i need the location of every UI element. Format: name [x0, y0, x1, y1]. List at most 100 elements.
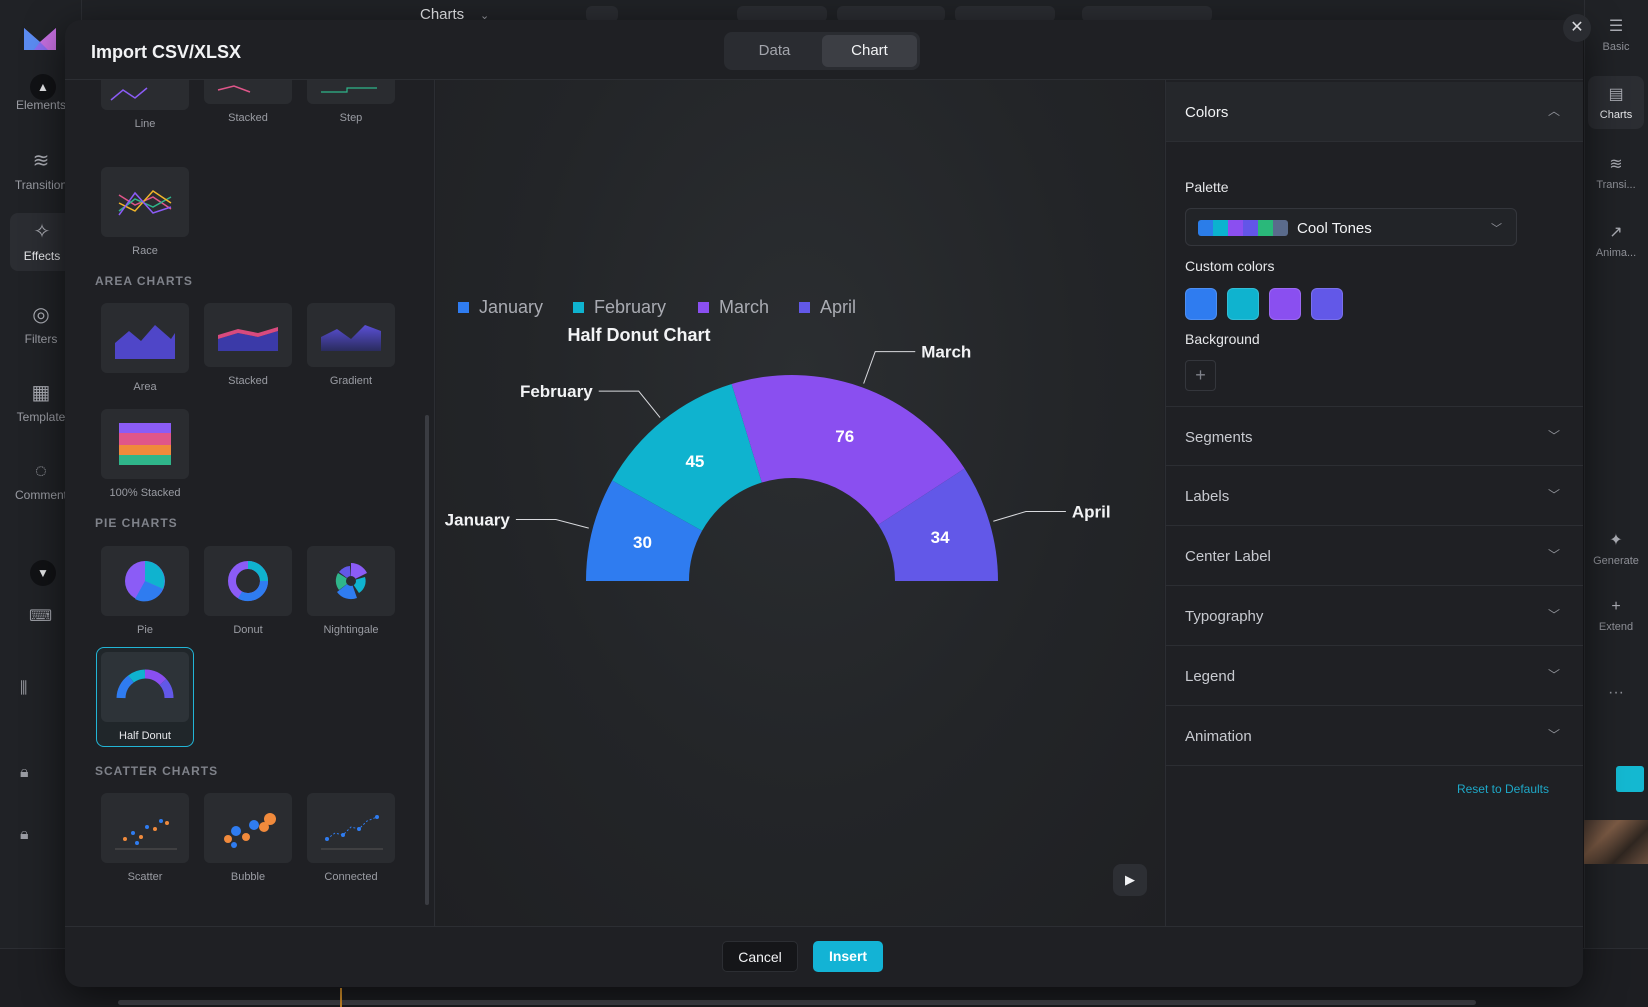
- insert-button[interactable]: Insert: [813, 941, 883, 972]
- tab-data[interactable]: Data: [727, 35, 822, 67]
- legend-label: February: [594, 297, 666, 317]
- close-icon[interactable]: ✕: [1563, 14, 1591, 42]
- more-icon[interactable]: ···: [1584, 684, 1648, 702]
- chart-type-nightingale-label: Nightingale: [323, 624, 379, 636]
- tab-chart[interactable]: Chart: [822, 35, 917, 67]
- legend-section-header[interactable]: Legend ﹀: [1166, 646, 1583, 706]
- waves-icon: ≋: [32, 150, 50, 172]
- scroll-up-icon[interactable]: ▲: [30, 74, 56, 100]
- tool-elements-label: Elements: [15, 98, 67, 112]
- keyboard-icon[interactable]: ⌨: [29, 606, 52, 626]
- legend-swatch: [799, 302, 810, 313]
- modal-title: Import CSV/XLSX: [91, 42, 242, 62]
- tool-extend[interactable]: + Extend: [1584, 598, 1648, 633]
- chart-type-scrollbar[interactable]: [425, 415, 429, 905]
- chart-type-area[interactable]: Area: [101, 303, 189, 393]
- chart-type-stacked-area[interactable]: Stacked: [204, 303, 292, 387]
- palette-dropdown[interactable]: Cool Tones ﹀: [1185, 208, 1517, 246]
- lock-icon[interactable]: 🔒︎: [20, 764, 29, 782]
- custom-color-swatch[interactable]: [1227, 288, 1259, 320]
- custom-color-swatch[interactable]: [1269, 288, 1301, 320]
- timeline-photo-thumb[interactable]: [1584, 820, 1648, 864]
- animation-icon: ↗: [1609, 224, 1623, 241]
- typography-section-label: Typography: [1185, 608, 1264, 625]
- chevron-up-icon: ︿: [1547, 104, 1560, 118]
- chart-type-nightingale[interactable]: Nightingale: [307, 546, 395, 636]
- half-donut-chart: January February March April Half Donut Char…: [445, 297, 1111, 581]
- grid-icon: ▦: [31, 382, 51, 404]
- chart-type-pie-label: Pie: [137, 624, 153, 636]
- tool-charts[interactable]: ▤ Charts: [1588, 76, 1644, 129]
- tool-animations[interactable]: ↗ Anima...: [1584, 222, 1648, 259]
- chart-type-donut-label: Donut: [233, 624, 263, 636]
- tool-transitions[interactable]: ≋ Transi...: [1584, 154, 1648, 191]
- scroll-down-icon[interactable]: ▼: [30, 560, 56, 586]
- chart-title: Half Donut Chart: [568, 325, 711, 345]
- tool-charts-label: Charts: [1599, 109, 1633, 121]
- data-label: 76: [835, 427, 854, 446]
- chevron-down-icon: ﹀: [1547, 488, 1560, 502]
- chart-type-100-stacked[interactable]: 100% Stacked: [101, 409, 189, 499]
- legend-swatch: [573, 302, 584, 313]
- tool-generate[interactable]: ✦ Generate: [1584, 530, 1648, 567]
- chevron-down-icon: ﹀: [1547, 608, 1560, 622]
- reset-to-defaults-link[interactable]: Reset to Defaults: [1457, 782, 1549, 796]
- play-icon: ▶: [1125, 872, 1135, 887]
- scatter-chart-icon: [101, 793, 189, 863]
- labels-section-header[interactable]: Labels ﹀: [1166, 466, 1583, 526]
- sparkle-icon: ✦: [1609, 532, 1623, 549]
- modal-header: Import CSV/XLSX Data Chart: [65, 20, 1583, 80]
- tool-comment-label: Comment: [14, 488, 67, 502]
- cancel-button[interactable]: Cancel: [722, 941, 798, 972]
- add-background-button[interactable]: +: [1185, 360, 1216, 391]
- custom-color-swatch[interactable]: [1185, 288, 1217, 320]
- chart-type-connected[interactable]: Connected: [307, 793, 395, 883]
- chart-type-connected-label: Connected: [324, 871, 378, 883]
- chevron-down-icon: ﹀: [1491, 223, 1502, 235]
- split-icon[interactable]: ⫼: [20, 680, 27, 698]
- play-preview-button[interactable]: ▶: [1113, 864, 1147, 896]
- labels-section-label: Labels: [1185, 488, 1230, 505]
- scatter-charts-title: SCATTER CHARTS: [95, 764, 219, 778]
- chart-type-pie[interactable]: Pie: [101, 546, 189, 636]
- background-label: Background: [1185, 331, 1260, 347]
- tool-basic[interactable]: ☰ Basic: [1584, 16, 1648, 53]
- chart-type-gradient-area[interactable]: Gradient: [307, 303, 395, 387]
- stacked-area-icon: [204, 303, 292, 367]
- center-label-section-header[interactable]: Center Label ﹀: [1166, 526, 1583, 586]
- colors-section-header[interactable]: Colors ︿: [1166, 82, 1583, 142]
- palette-color: [1243, 220, 1258, 236]
- app-logo-icon: [24, 28, 56, 50]
- chart-type-stacked-line[interactable]: Stacked: [204, 80, 292, 124]
- chart-type-gradient-area-label: Gradient: [329, 375, 373, 387]
- tool-effects-label: Effects: [23, 249, 61, 263]
- animation-section-header[interactable]: Animation ﹀: [1166, 706, 1583, 766]
- timeline-clip-thumb[interactable]: [1616, 766, 1644, 792]
- typography-section-header[interactable]: Typography ﹀: [1166, 586, 1583, 646]
- chart-type-scatter[interactable]: Scatter: [101, 793, 189, 883]
- step-chart-icon: [307, 80, 395, 104]
- chart-type-donut[interactable]: Donut: [204, 546, 292, 636]
- chart-type-line[interactable]: Line: [101, 80, 189, 130]
- lock-icon[interactable]: 🔒︎: [20, 826, 29, 844]
- timeline-scrollbar[interactable]: [118, 1000, 1476, 1005]
- segments-section-header[interactable]: Segments ﹀: [1166, 406, 1583, 466]
- tab-switcher: Data Chart: [724, 32, 920, 70]
- palette-label: Palette: [1185, 179, 1229, 195]
- gradient-area-icon: [307, 303, 395, 367]
- custom-colors-label: Custom colors: [1185, 258, 1275, 274]
- custom-color-swatch[interactable]: [1311, 288, 1343, 320]
- tool-animations-label: Anima...: [1595, 247, 1637, 259]
- chart-type-step[interactable]: Step: [307, 80, 395, 124]
- legend-label: March: [719, 297, 769, 317]
- segments-section-label: Segments: [1185, 429, 1253, 446]
- legend-section-label: Legend: [1185, 668, 1236, 685]
- palette-name: Cool Tones: [1297, 220, 1372, 237]
- chart-type-half-donut[interactable]: Half Donut: [96, 647, 194, 747]
- half-donut-chart-icon: [101, 652, 189, 722]
- chart-type-race[interactable]: Race: [101, 167, 189, 257]
- leader-line: [598, 390, 661, 418]
- chart-type-half-donut-label: Half Donut: [119, 730, 171, 742]
- chart-type-bubble[interactable]: Bubble: [204, 793, 292, 883]
- timeline-playhead[interactable]: [340, 988, 342, 1007]
